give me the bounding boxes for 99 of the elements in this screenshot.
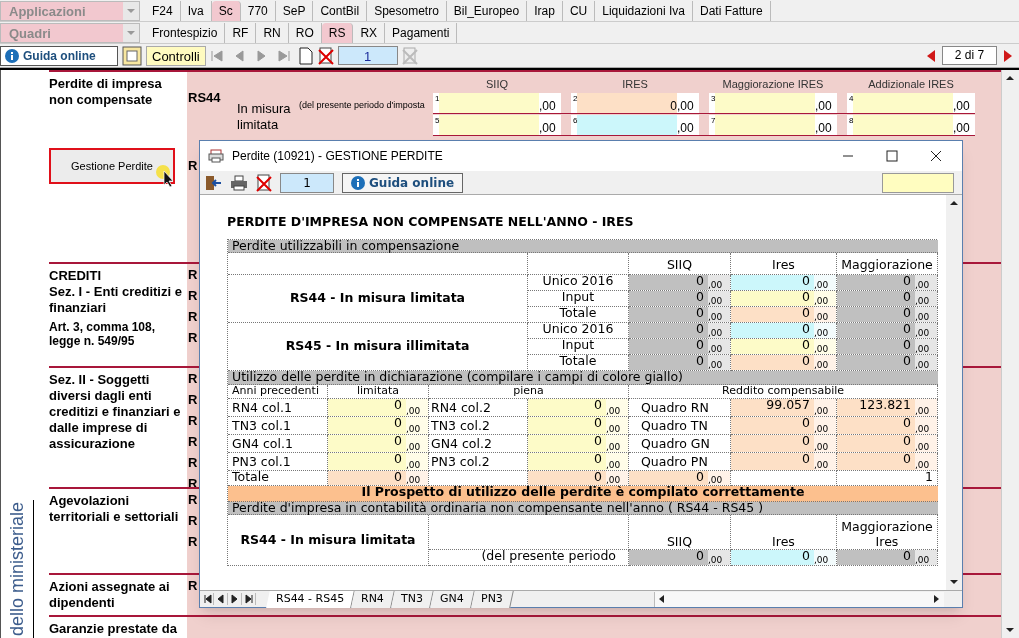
horizontal-scrollbar[interactable] <box>654 591 944 607</box>
row-code: R <box>188 329 198 347</box>
column-header: Addizionale IRES <box>867 77 955 92</box>
row-code: R <box>188 533 198 551</box>
section-subtitle: Sez. I - Enti creditizi e finanziari <box>49 284 183 316</box>
row-code: R <box>188 156 198 175</box>
sheet-tab[interactable]: RN4 <box>351 590 395 608</box>
tab[interactable]: RN <box>256 22 289 43</box>
section-band: Perdite utilizzabili in compensazione <box>228 239 938 253</box>
section-title: CREDITI <box>49 268 101 284</box>
tab[interactable]: SeP <box>275 0 314 21</box>
row-code: RS44 <box>188 89 221 107</box>
tab[interactable]: Frontespizio <box>145 22 226 43</box>
row-code: R <box>188 433 198 451</box>
close-icon[interactable] <box>930 150 942 162</box>
maximize-icon[interactable] <box>886 150 898 162</box>
row-code: R <box>188 308 198 326</box>
amount-field[interactable]: 2 0,00 <box>571 92 699 113</box>
row-code: R <box>188 287 198 305</box>
column-header: limitata <box>328 384 429 399</box>
tab[interactable]: Spesometro <box>367 0 447 21</box>
page-indicator-field: 2 di 7 <box>942 46 997 65</box>
tab[interactable]: Pagamenti <box>385 22 458 43</box>
field-note: (del presente periodo d'imposta <box>299 98 425 112</box>
column-header: Reddito compensabile <box>629 384 938 399</box>
tab[interactable]: Sc <box>211 0 241 21</box>
row-code: R <box>188 412 198 430</box>
delete-document-icon[interactable] <box>256 173 272 192</box>
row-header: RS44 - In misura limitata <box>228 515 429 566</box>
page-number-field[interactable]: 1 <box>280 172 334 193</box>
table-cell: 1 <box>837 470 938 486</box>
info-icon <box>5 48 19 63</box>
gestione-perdite-button[interactable]: Gestione Perdite <box>49 148 175 184</box>
help-button[interactable]: Guida online <box>0 45 118 66</box>
tab[interactable]: ContBil <box>313 0 368 21</box>
row-header: RS44 - In misura limitata <box>228 275 528 323</box>
tab[interactable]: F24 <box>145 0 181 21</box>
tab[interactable]: RS <box>321 22 354 43</box>
vertical-label: dello ministeriale <box>6 501 28 636</box>
amount-field[interactable]: 4 ,00 <box>847 92 975 113</box>
row-code: R <box>188 577 198 595</box>
column-header: Maggiorazione IRES <box>721 77 825 92</box>
row-code: R <box>188 370 198 388</box>
tab[interactable]: RO <box>288 22 322 43</box>
sheet-tab[interactable]: PN3 <box>471 590 514 608</box>
window-title: Perdite (10921) - GESTIONE PERDITE <box>232 148 444 165</box>
page-number-field[interactable]: 1 <box>337 46 398 65</box>
row-code: R <box>188 391 198 409</box>
vertical-scrollbar[interactable] <box>1001 70 1019 638</box>
tab[interactable]: Irap <box>527 0 563 21</box>
tab[interactable]: 770 <box>240 0 276 21</box>
exit-door-icon[interactable] <box>204 174 222 191</box>
row-code: R <box>188 491 198 509</box>
tab[interactable]: Bil_Europeo <box>446 0 528 21</box>
mouse-cursor-icon <box>155 164 177 188</box>
delete-document-icon[interactable] <box>317 46 334 65</box>
tab[interactable]: RX <box>353 22 386 43</box>
column-header: piena <box>429 384 629 399</box>
row-code: R <box>188 512 198 530</box>
column-header: SIIQ <box>485 77 509 92</box>
amount-field[interactable]: 8 ,00 <box>847 114 975 135</box>
controls-button[interactable]: Controlli <box>146 45 206 66</box>
amount-field[interactable]: 5 ,00 <box>433 114 561 135</box>
vertical-scrollbar[interactable] <box>946 195 962 590</box>
sheet-tab[interactable]: GN4 <box>430 590 475 608</box>
amount-field[interactable]: 6 ,00 <box>571 114 699 135</box>
tab[interactable]: RF <box>225 22 257 43</box>
help-button[interactable]: Guida online <box>342 172 464 193</box>
printer-icon <box>208 149 224 163</box>
section-title: Agevolazioni territoriali e settoriali <box>49 493 180 525</box>
sheet-nav-icon[interactable] <box>228 593 242 605</box>
new-document-icon[interactable] <box>297 46 314 65</box>
column-header: Anni precedenti <box>228 384 328 399</box>
section-title: Azioni assegnate ai dipendenti <box>49 579 171 611</box>
tab[interactable]: CU <box>562 0 596 21</box>
section-title: Sez. II - Soggetti diversi dagli enti creditizi e finanziari e dalle imprese di assicurazione <box>49 372 182 452</box>
document-icon[interactable] <box>122 45 142 66</box>
section-title: Perdite di impresa non compensate <box>49 76 163 108</box>
section-title: Garanzie prestate da <box>49 621 177 637</box>
amount-field[interactable]: 3 ,00 <box>709 92 837 113</box>
sheet-tab[interactable]: RS44 - RS45 <box>266 590 355 608</box>
printer-icon[interactable] <box>230 174 248 191</box>
row-code: R <box>188 266 198 284</box>
section-heading: PERDITE D'IMPRESA NON COMPENSATE NELL'ANNO - IRES <box>227 216 635 229</box>
column-header: IRES <box>621 77 649 92</box>
row-label: In misura limitata <box>237 100 292 134</box>
status-message: Il Prospetto di utilizzo delle perdite è compilato correttamente <box>228 485 938 502</box>
sheet-nav-icon[interactable] <box>242 593 256 605</box>
tab[interactable]: Dati Fatture <box>693 0 771 21</box>
info-icon <box>351 175 365 190</box>
row-code: R <box>188 454 198 472</box>
input-field[interactable] <box>882 172 954 193</box>
tab[interactable]: Iva <box>180 0 212 21</box>
amount-field[interactable]: 1 ,00 <box>433 92 561 113</box>
sheet-tab[interactable]: TN3 <box>391 590 434 608</box>
section-band: Utilizzo delle perdite in dichiarazione (compilare i campi di colore giallo) <box>228 371 938 385</box>
tab[interactable]: Liquidazioni Iva <box>595 0 693 21</box>
section-note: Art. 3, comma 108, legge n. 549/95 <box>49 320 157 348</box>
amount-field[interactable]: 7 ,00 <box>709 114 837 135</box>
